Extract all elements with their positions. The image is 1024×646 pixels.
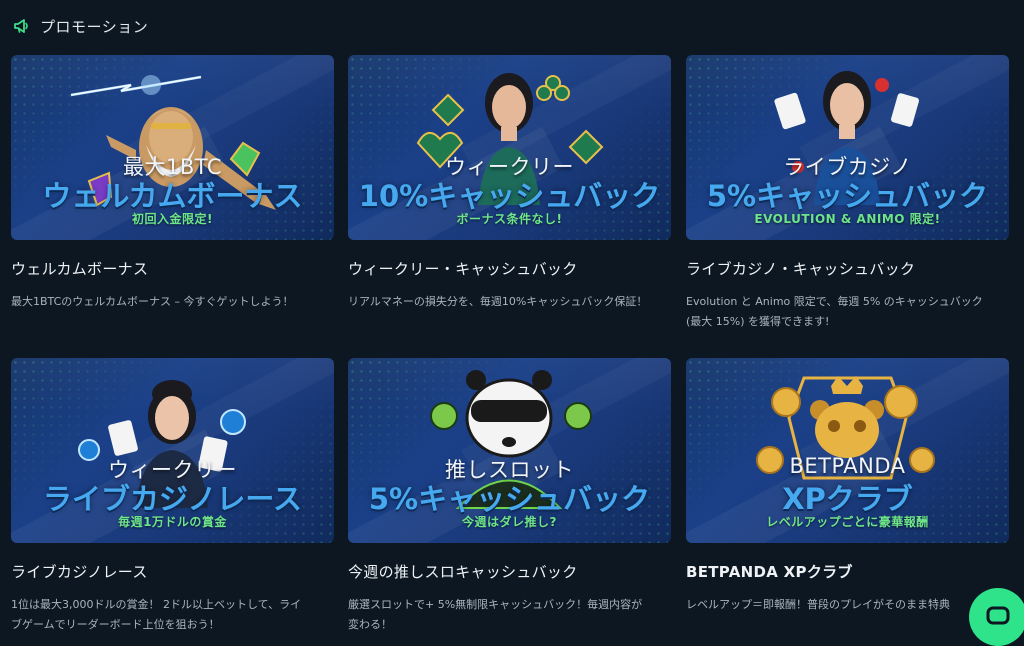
banner-subtext: ボーナス条件なし! — [456, 212, 563, 226]
promo-description: 1位は最大3,000ドルの賞金！ 2ドル以上ベットして、ライブゲームでリーダーボ… — [11, 598, 302, 631]
promo-banner[interactable]: 最大1BTC ウェルカムボーナス 初回入金限定! — [11, 55, 334, 240]
promo-description: Evolution と Animo 限定で、毎週 5% のキャッシュバック (最… — [686, 295, 983, 328]
promo-card-xp-club[interactable]: BETPANDA XPクラブ レベルアップごとに豪華報酬 BETPANDA XP… — [686, 358, 1009, 615]
banner-headline: XPクラブ — [782, 482, 913, 516]
banner-headline: ライブカジノレース — [43, 482, 302, 516]
promotions-header: プロモーション — [12, 14, 148, 38]
promo-card-slot-cashback[interactable]: 推しスロット 5%キャッシュバック 今週はダレ推し? 今週の推しスロキャッシュバ… — [348, 358, 671, 635]
promo-title[interactable]: ライブカジノ・キャッシュバック — [686, 258, 1009, 279]
promo-description: 厳選スロットで+ 5%無制限キャッシュバック！毎週内容が変わる！ — [348, 598, 643, 631]
megaphone-icon — [14, 19, 28, 33]
promo-banner[interactable]: BETPANDA XPクラブ レベルアップごとに豪華報酬 — [686, 358, 1009, 543]
banner-subtext: EVOLUTION & ANIMO 限定! — [754, 212, 941, 226]
promo-card-live-casino-cashback[interactable]: ライブカジノ 5%キャッシュバック EVOLUTION & ANIMO 限定! … — [686, 55, 1009, 332]
promo-banner[interactable]: 推しスロット 5%キャッシュバック 今週はダレ推し? — [348, 358, 671, 543]
banner-subtext: 毎週1万ドルの賞金 — [118, 515, 227, 529]
chat-icon — [986, 606, 1010, 625]
promo-banner[interactable]: ウィークリー ライブカジノレース 毎週1万ドルの賞金 — [11, 358, 334, 543]
promo-title[interactable]: ウィークリー・キャッシュバック — [348, 258, 671, 279]
promo-title[interactable]: ウェルカムボーナス — [11, 258, 334, 279]
banner-subtext: 今週はダレ推し? — [462, 515, 557, 529]
promo-description: 最大1BTCのウェルカムボーナス – 今すぐゲットしよう！ — [11, 295, 294, 308]
banner-kicker: BETPANDA — [789, 454, 906, 478]
banner-headline: ウェルカムボーナス — [42, 179, 303, 213]
promo-title[interactable]: 今週の推しスロキャッシュバック — [348, 561, 671, 582]
promo-card-welcome-bonus[interactable]: 最大1BTC ウェルカムボーナス 初回入金限定! ウェルカムボーナス 最大1BT… — [11, 55, 334, 312]
promo-title[interactable]: BETPANDA XPクラブ — [686, 561, 1009, 582]
promo-title[interactable]: ライブカジノレース — [11, 561, 334, 582]
banner-headline: 5%キャッシュバック — [706, 179, 989, 213]
promo-card-weekly-cashback[interactable]: ウィークリー 10%キャッシュバック ボーナス条件なし! ウィークリー・キャッシ… — [348, 55, 671, 312]
promo-description: レベルアップ＝即報酬！普段のプレイがそのまま特典 — [686, 598, 950, 611]
banner-headline: 5%キャッシュバック — [368, 482, 651, 516]
banner-subtext: 初回入金限定! — [132, 212, 213, 226]
promo-card-live-casino-race[interactable]: ウィークリー ライブカジノレース 毎週1万ドルの賞金 ライブカジノレース 1位は… — [11, 358, 334, 635]
chat-button[interactable] — [969, 588, 1024, 646]
banner-headline: 10%キャッシュバック — [358, 179, 661, 213]
promo-banner[interactable]: ウィークリー 10%キャッシュバック ボーナス条件なし! — [348, 55, 671, 240]
page-title: プロモーション — [40, 17, 149, 36]
promo-banner[interactable]: ライブカジノ 5%キャッシュバック EVOLUTION & ANIMO 限定! — [686, 55, 1009, 240]
promo-description: リアルマネーの損失分を、毎週10%キャッシュバック保証！ — [348, 295, 648, 308]
banner-subtext: レベルアップごとに豪華報酬 — [766, 515, 929, 529]
